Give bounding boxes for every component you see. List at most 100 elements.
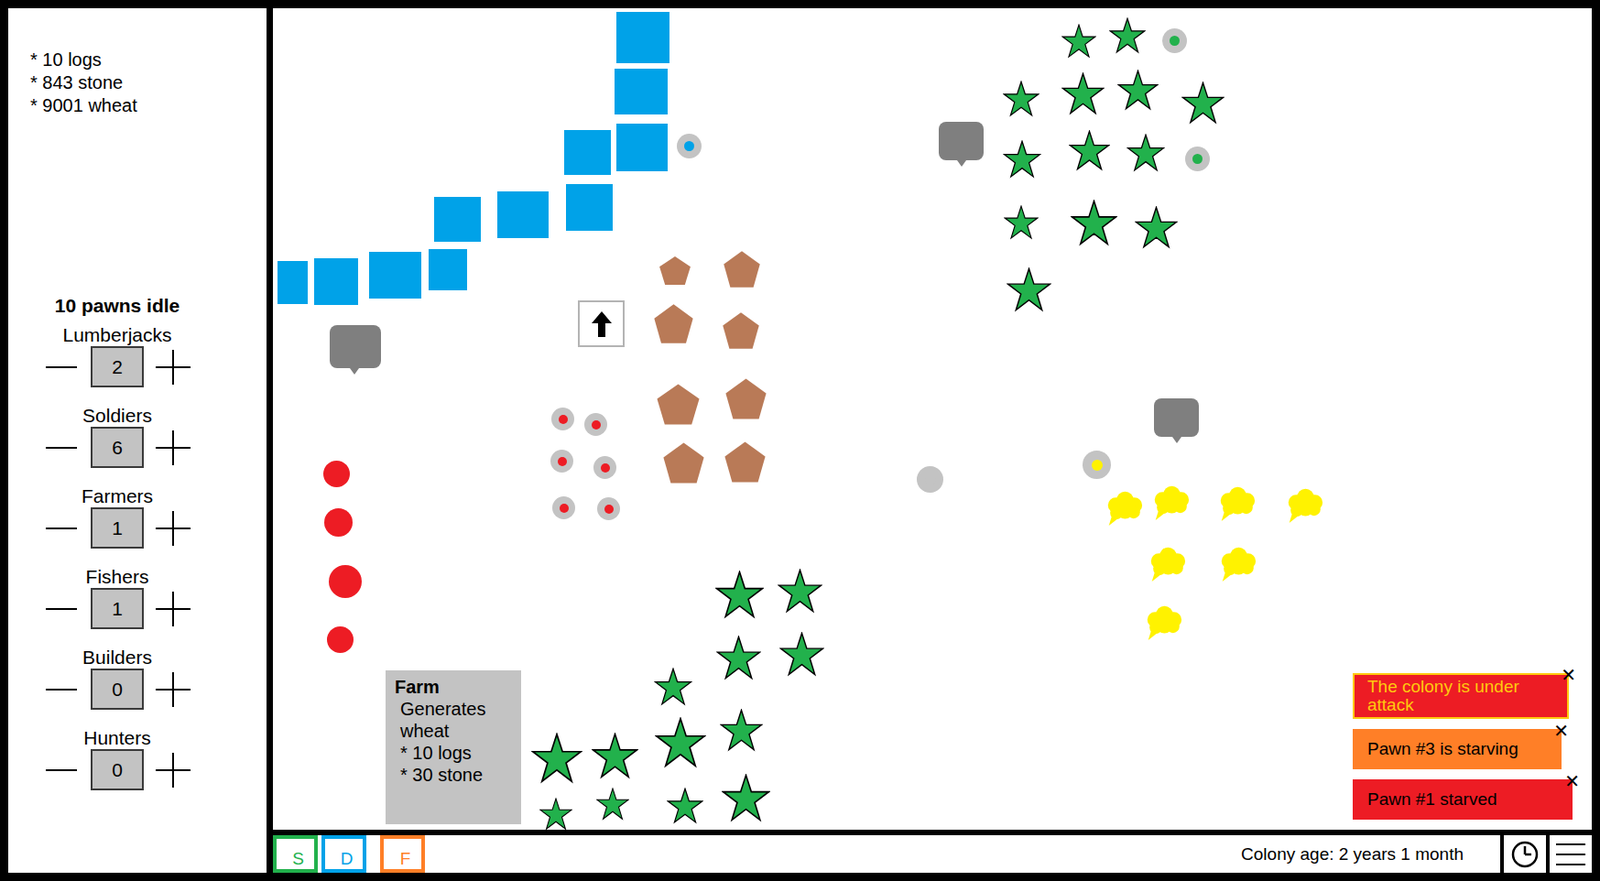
pawn[interactable]	[1185, 146, 1210, 172]
mode-button[interactable]: F	[380, 835, 425, 873]
pawn[interactable]	[597, 497, 621, 521]
plus-icon	[154, 429, 192, 467]
increase-button[interactable]	[154, 429, 192, 467]
job-row: Hunters0	[43, 727, 192, 791]
notification-text: The colony is under attack	[1367, 677, 1544, 715]
tree-icon	[1006, 267, 1052, 313]
pawn-marker	[558, 414, 568, 425]
job-row: Lumberjacks2	[43, 324, 192, 388]
house-icon[interactable]	[724, 377, 768, 421]
pawn-marker	[925, 474, 937, 486]
plus-icon	[154, 671, 192, 708]
job-label: Lumberjacks	[62, 324, 172, 347]
pawn-marker	[557, 457, 567, 467]
house-icon[interactable]	[721, 311, 761, 350]
water-tile	[434, 196, 481, 242]
menu-button[interactable]	[1545, 835, 1592, 873]
job-count[interactable]: 1	[90, 587, 144, 630]
job-count[interactable]: 0	[90, 749, 144, 791]
mode-button[interactable]: D	[321, 835, 367, 873]
wheat-icon	[1215, 483, 1259, 523]
decrease-button[interactable]	[43, 510, 80, 547]
pawn[interactable]	[550, 449, 574, 473]
notification[interactable]: Pawn #3 is starving✕	[1352, 729, 1562, 770]
house-icon[interactable]	[658, 255, 692, 286]
decrease-button[interactable]	[43, 671, 80, 708]
direction-marker[interactable]	[577, 300, 625, 348]
tree-icon	[1070, 199, 1118, 247]
close-button[interactable]: ✕	[1560, 665, 1577, 685]
building-tooltip: FarmGenerates wheat* 10 logs* 30 stone	[385, 670, 522, 825]
water-tile	[616, 123, 668, 172]
pawn[interactable]	[584, 413, 608, 436]
resource-item: * 10 logs	[30, 48, 267, 72]
house-icon[interactable]	[722, 250, 762, 289]
notification[interactable]: The colony is under attack✕	[1352, 673, 1569, 719]
house-icon[interactable]	[723, 440, 767, 484]
water-tile	[564, 130, 611, 175]
water-tile	[497, 191, 549, 239]
tree-icon	[654, 717, 707, 769]
increase-button[interactable]	[154, 751, 192, 789]
increase-button[interactable]	[154, 671, 192, 708]
wheat-icon	[1145, 544, 1189, 583]
pawn[interactable]	[676, 133, 702, 159]
pawn[interactable]	[551, 407, 575, 431]
tree-icon	[1126, 133, 1165, 173]
tooltip-cost: * 30 stone	[394, 763, 512, 786]
decrease-button[interactable]	[43, 429, 80, 467]
pawn-marker	[1091, 459, 1103, 471]
job-label: Farmers	[81, 485, 153, 508]
rock[interactable]	[938, 121, 984, 161]
menu-icon	[1554, 840, 1588, 869]
pawn[interactable]	[916, 466, 944, 493]
arrow-up-icon	[590, 310, 613, 338]
pawn[interactable]	[552, 496, 576, 520]
job-label: Builders	[82, 646, 153, 669]
close-button[interactable]: ✕	[1553, 721, 1569, 741]
plus-icon	[154, 590, 192, 628]
pawn[interactable]	[593, 456, 617, 479]
berry-bush[interactable]	[326, 626, 354, 654]
job-controls: 0	[43, 749, 192, 791]
plus-icon	[154, 348, 192, 386]
game-map[interactable]: FarmGenerates wheat* 10 logs* 30 stone Th…	[272, 8, 1592, 830]
job-count[interactable]: 2	[90, 346, 144, 388]
job-controls: 0	[43, 668, 192, 710]
notification[interactable]: Pawn #1 starved✕	[1352, 779, 1573, 820]
wheat-icon	[1149, 482, 1193, 522]
decrease-button[interactable]	[43, 751, 80, 789]
tree-icon	[1002, 80, 1040, 118]
tree-icon	[1061, 72, 1105, 116]
water-tile	[565, 184, 613, 231]
mode-button[interactable]: S	[272, 835, 318, 873]
house-icon[interactable]	[655, 382, 701, 426]
minus-icon	[44, 673, 78, 707]
job-row: Builders0	[43, 646, 192, 710]
berry-bush[interactable]	[328, 565, 362, 599]
pawn-marker	[1169, 35, 1180, 46]
tree-icon	[716, 635, 762, 681]
minus-icon	[44, 511, 78, 545]
decrease-button[interactable]	[43, 348, 80, 386]
close-button[interactable]: ✕	[1564, 772, 1580, 791]
job-count[interactable]: 1	[90, 507, 144, 549]
pawn[interactable]	[1082, 450, 1111, 479]
job-count[interactable]: 0	[90, 668, 144, 710]
rock[interactable]	[1153, 398, 1199, 437]
rock[interactable]	[329, 325, 381, 369]
tree-icon	[779, 631, 825, 677]
speed-button[interactable]	[1500, 835, 1546, 873]
increase-button[interactable]	[154, 590, 192, 628]
minus-icon	[44, 592, 78, 626]
berry-bush[interactable]	[323, 460, 350, 488]
job-count[interactable]: 6	[90, 426, 144, 469]
increase-button[interactable]	[154, 510, 192, 547]
house-icon[interactable]	[662, 441, 706, 485]
increase-button[interactable]	[154, 348, 192, 386]
house-icon[interactable]	[653, 303, 695, 345]
pawn[interactable]	[1162, 28, 1187, 54]
decrease-button[interactable]	[43, 590, 80, 628]
minus-icon	[44, 431, 78, 465]
berry-bush[interactable]	[324, 508, 353, 537]
